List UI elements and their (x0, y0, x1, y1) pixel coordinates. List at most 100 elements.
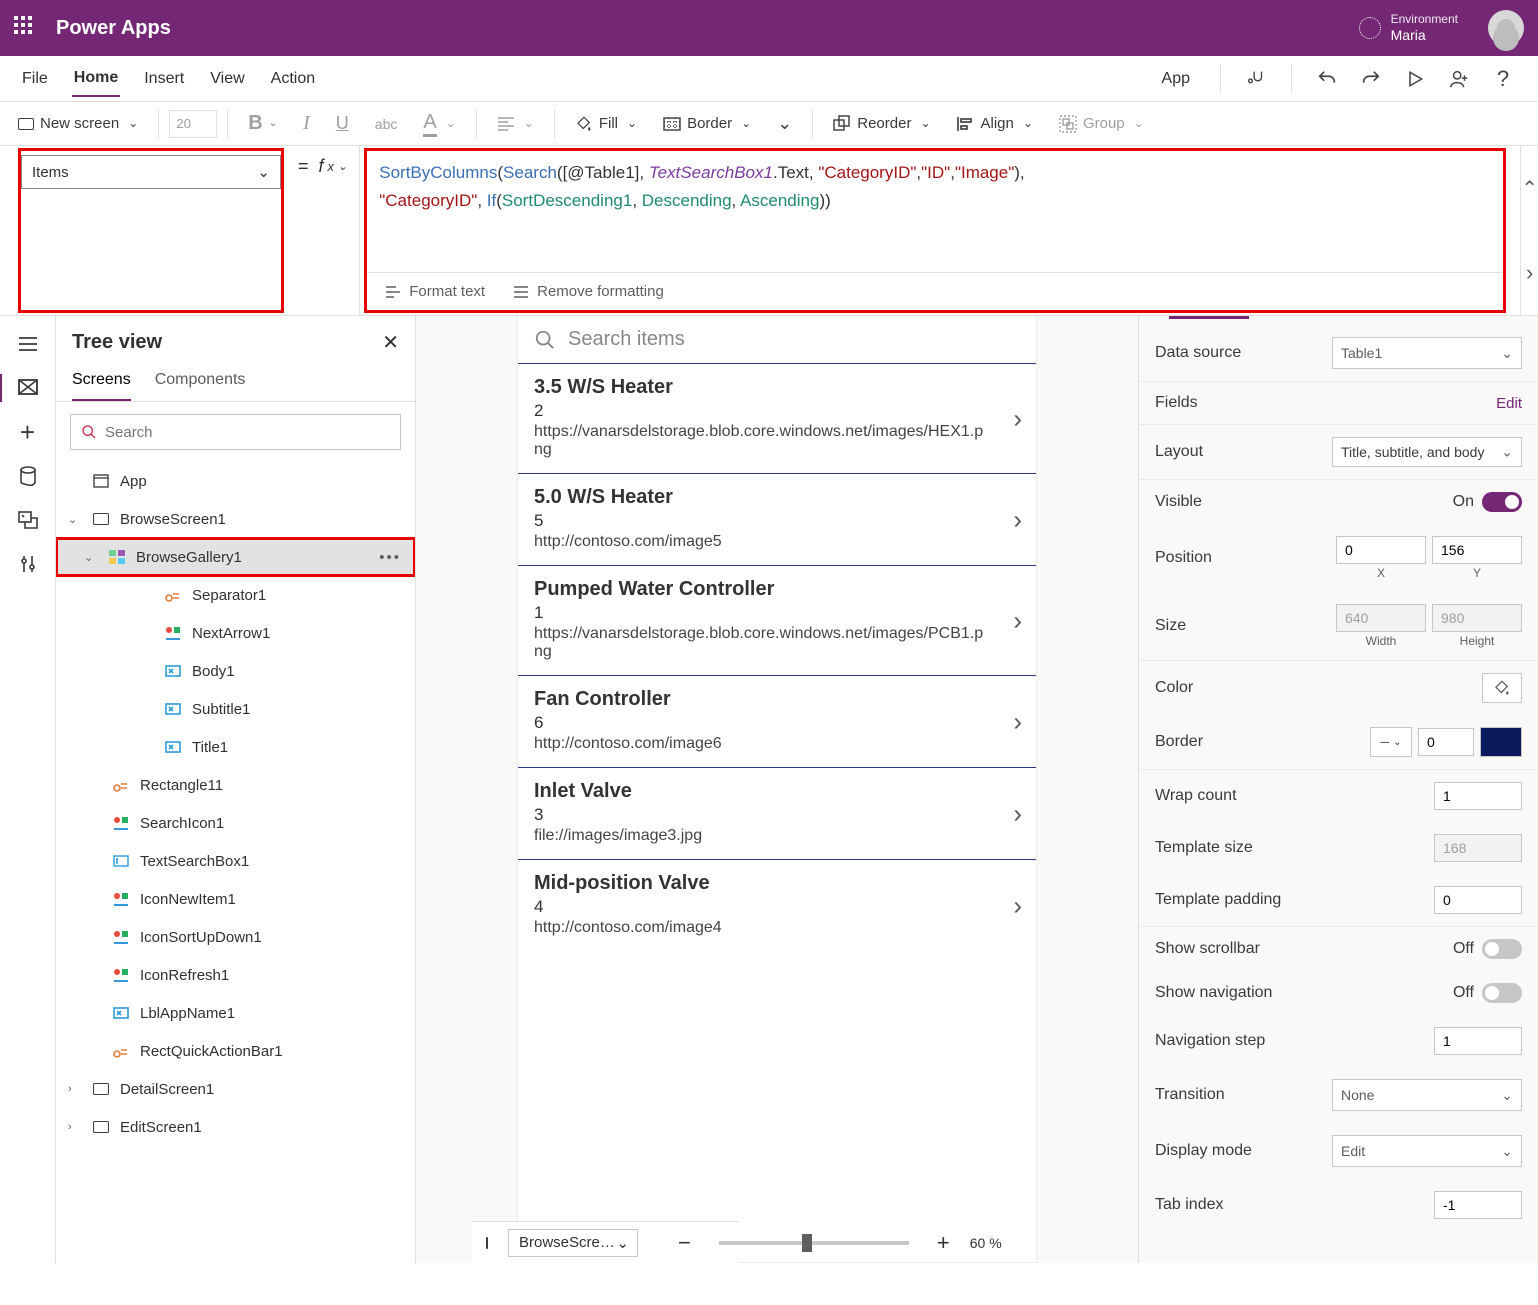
format-text-button[interactable]: Format text (385, 283, 485, 300)
tab-screens[interactable]: Screens (72, 371, 131, 401)
tree-separator1[interactable]: Separator1 (56, 576, 415, 614)
gallery-item[interactable]: Inlet Valve 3 file://images/image3.jpg › (518, 768, 1036, 860)
fields-edit-link[interactable]: Edit (1496, 395, 1522, 412)
collapse-formula-icon[interactable]: ⌃ (1520, 146, 1538, 231)
menu-home[interactable]: Home (72, 61, 120, 97)
show-scrollbar-toggle[interactable] (1482, 939, 1522, 959)
rail-hamburger-icon[interactable] (8, 324, 48, 364)
group-button[interactable]: Group (1049, 111, 1154, 137)
fill-button[interactable]: Fill (565, 111, 647, 137)
border-button[interactable]: Border (653, 111, 761, 136)
chevron-right-icon[interactable]: › (1013, 706, 1022, 737)
transition-select[interactable]: None⌄ (1332, 1079, 1522, 1111)
share-icon[interactable] (1444, 64, 1474, 94)
next-formula-icon[interactable]: › (1520, 231, 1538, 316)
border-color-swatch[interactable] (1480, 727, 1522, 757)
rail-media-icon[interactable] (8, 500, 48, 540)
gallery-item[interactable]: 3.5 W/S Heater 2 https://vanarsdelstorag… (518, 364, 1036, 474)
tree-rectquickactionbar1[interactable]: RectQuickActionBar1 (56, 1032, 415, 1070)
formula-input[interactable]: SortByColumns(Search([@Table1], TextSear… (367, 151, 1503, 223)
tree-textsearchbox1[interactable]: TextSearchBox1 (56, 842, 415, 880)
app-checker-icon[interactable] (1241, 64, 1271, 94)
underline-button[interactable]: U (326, 109, 359, 138)
text-align-button[interactable] (487, 113, 544, 135)
rail-advanced-tools-icon[interactable] (8, 544, 48, 584)
tree-searchicon1[interactable]: SearchIcon1 (56, 804, 415, 842)
menu-insert[interactable]: Insert (142, 62, 186, 96)
gallery-item[interactable]: Fan Controller 6 http://contoso.com/imag… (518, 676, 1036, 768)
zoom-in-button[interactable]: + (937, 1230, 950, 1256)
canvas-search-row[interactable]: Search items (518, 316, 1036, 364)
remove-formatting-button[interactable]: Remove formatting (513, 283, 664, 300)
screen-selector[interactable]: BrowseScre… (508, 1229, 638, 1257)
align-button[interactable]: Align (947, 111, 1043, 136)
tab-index-input[interactable] (1434, 1191, 1522, 1219)
expand-toolbar-button[interactable]: ⌄ (767, 109, 802, 138)
tree-detailscreen1[interactable]: › DetailScreen1 (56, 1070, 415, 1108)
menu-app[interactable]: App (1162, 70, 1190, 88)
zoom-slider[interactable] (719, 1241, 909, 1245)
template-size-input[interactable] (1434, 834, 1522, 862)
tree-iconnewitem1[interactable]: IconNewItem1 (56, 880, 415, 918)
tree-browsegallery1[interactable]: ⌄ BrowseGallery1 ••• (56, 538, 415, 576)
font-size-input[interactable] (169, 110, 217, 138)
environment-selector[interactable]: Environment Maria (1359, 12, 1458, 43)
tree-body1[interactable]: Body1 (56, 652, 415, 690)
rail-data-icon[interactable] (8, 456, 48, 496)
reorder-button[interactable]: Reorder (823, 111, 940, 137)
nav-step-input[interactable] (1434, 1027, 1522, 1055)
chevron-right-icon[interactable]: › (1013, 890, 1022, 921)
undo-icon[interactable] (1312, 64, 1342, 94)
tree-app[interactable]: App (56, 462, 415, 500)
tree-editscreen1[interactable]: › EditScreen1 (56, 1108, 415, 1146)
font-color-button[interactable]: A (413, 107, 465, 141)
gallery-item[interactable]: Mid-position Valve 4 http://contoso.com/… (518, 860, 1036, 951)
fx-button[interactable]: fx⌄ (319, 156, 348, 177)
color-picker-button[interactable] (1482, 673, 1522, 703)
chevron-right-icon[interactable]: › (1013, 605, 1022, 636)
tree-iconsortupdown1[interactable]: IconSortUpDown1 (56, 918, 415, 956)
tree-search[interactable] (70, 414, 401, 450)
position-y-input[interactable] (1432, 536, 1522, 564)
tree-subtitle1[interactable]: Subtitle1 (56, 690, 415, 728)
border-width-input[interactable] (1418, 728, 1474, 756)
redo-icon[interactable] (1356, 64, 1386, 94)
chevron-right-icon[interactable]: › (1013, 504, 1022, 535)
rail-insert-icon[interactable]: + (8, 412, 48, 452)
gallery-item[interactable]: Pumped Water Controller 1 https://vanars… (518, 566, 1036, 676)
tree-iconrefresh1[interactable]: IconRefresh1 (56, 956, 415, 994)
chevron-right-icon[interactable]: › (1013, 798, 1022, 829)
display-mode-select[interactable]: Edit⌄ (1332, 1135, 1522, 1167)
position-x-input[interactable] (1336, 536, 1426, 564)
size-height-input[interactable] (1432, 604, 1522, 632)
menu-file[interactable]: File (20, 62, 50, 96)
italic-button[interactable]: I (293, 108, 320, 139)
tree-nextarrow1[interactable]: NextArrow1 (56, 614, 415, 652)
data-source-select[interactable]: Table1⌄ (1332, 337, 1522, 369)
tree-browsescreen1[interactable]: ⌄ BrowseScreen1 (56, 500, 415, 538)
bold-button[interactable]: B ⌄ (238, 108, 287, 139)
zoom-out-button[interactable]: − (678, 1230, 691, 1256)
template-padding-input[interactable] (1434, 886, 1522, 914)
gallery-item[interactable]: 5.0 W/S Heater 5 http://contoso.com/imag… (518, 474, 1036, 566)
border-style-select[interactable]: ─⌄ (1370, 727, 1412, 757)
tree-rectangle11[interactable]: Rectangle11 (56, 766, 415, 804)
canvas[interactable]: Search items 3.5 W/S Heater 2 https://va… (416, 316, 1138, 1263)
property-selector[interactable]: Items ⌄ (21, 155, 281, 189)
wrap-count-input[interactable] (1434, 782, 1522, 810)
strikethrough-button[interactable]: abc (365, 112, 408, 136)
tab-components[interactable]: Components (155, 371, 246, 401)
chevron-right-icon[interactable]: › (1013, 403, 1022, 434)
size-width-input[interactable] (1336, 604, 1426, 632)
menu-action[interactable]: Action (269, 62, 317, 96)
visible-toggle[interactable] (1482, 492, 1522, 512)
app-launcher-icon[interactable] (14, 16, 38, 40)
close-tree-icon[interactable]: ✕ (382, 330, 399, 355)
rail-tree-view-icon[interactable] (8, 368, 48, 408)
user-avatar[interactable] (1488, 10, 1524, 46)
menu-view[interactable]: View (208, 62, 246, 96)
play-icon[interactable] (1400, 64, 1430, 94)
more-options-icon[interactable]: ••• (379, 549, 401, 566)
new-screen-button[interactable]: New screen (8, 111, 148, 136)
help-icon[interactable]: ? (1488, 64, 1518, 94)
